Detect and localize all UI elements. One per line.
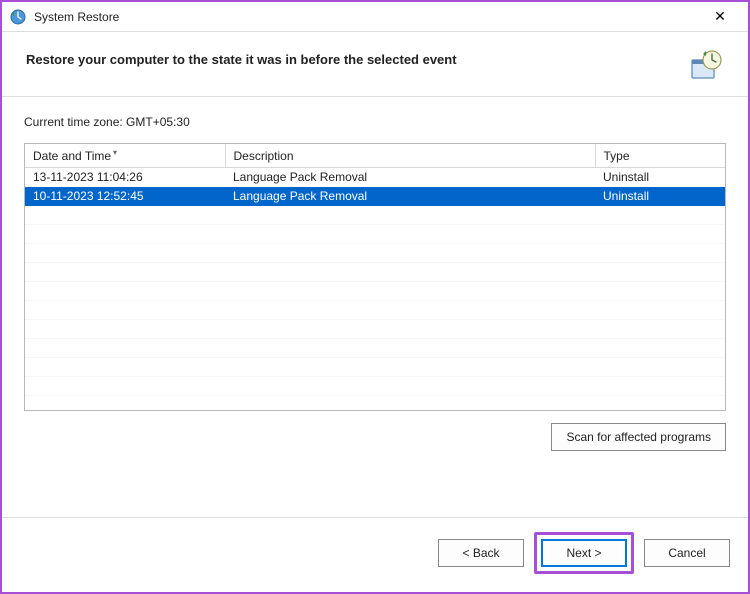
page-heading: Restore your computer to the state it wa…: [26, 48, 688, 67]
content-panel: Current time zone: GMT+05:30 Date and Ti…: [2, 97, 748, 517]
cancel-button[interactable]: Cancel: [644, 539, 730, 567]
table-body: 13-11-2023 11:04:26Language Pack Removal…: [25, 168, 725, 206]
close-button[interactable]: ✕: [700, 3, 740, 31]
sort-down-icon: ▾: [113, 148, 117, 157]
window-title: System Restore: [34, 10, 700, 24]
scan-affected-button[interactable]: Scan for affected programs: [551, 423, 726, 451]
restore-points-table: Date and Time▾ Description Type 13-11-20…: [24, 143, 726, 411]
back-button[interactable]: < Back: [438, 539, 524, 567]
cell-type: Uninstall: [595, 187, 725, 206]
cell-description: Language Pack Removal: [225, 187, 595, 206]
header-panel: Restore your computer to the state it wa…: [2, 32, 748, 97]
scan-row: Scan for affected programs: [24, 423, 726, 451]
timezone-label: Current time zone: GMT+05:30: [24, 115, 726, 129]
titlebar: System Restore ✕: [2, 2, 748, 32]
table-empty-area[interactable]: [25, 206, 725, 411]
column-type[interactable]: Type: [595, 144, 725, 168]
footer-buttons: < Back Next > Cancel: [2, 517, 748, 592]
column-datetime-label: Date and Time: [33, 149, 111, 163]
column-description[interactable]: Description: [225, 144, 595, 168]
highlight-annotation: Next >: [534, 532, 634, 574]
cell-description: Language Pack Removal: [225, 168, 595, 187]
close-icon: ✕: [714, 8, 726, 25]
table-header: Date and Time▾ Description Type: [25, 144, 725, 168]
table-row[interactable]: 13-11-2023 11:04:26Language Pack Removal…: [25, 168, 725, 187]
next-button[interactable]: Next >: [541, 539, 627, 567]
cell-type: Uninstall: [595, 168, 725, 187]
table-row[interactable]: 10-11-2023 12:52:45Language Pack Removal…: [25, 187, 725, 206]
cell-datetime: 13-11-2023 11:04:26: [25, 168, 225, 187]
cell-datetime: 10-11-2023 12:52:45: [25, 187, 225, 206]
system-restore-icon: [10, 9, 26, 25]
column-datetime[interactable]: Date and Time▾: [25, 144, 225, 168]
restore-clock-icon: [688, 48, 724, 84]
